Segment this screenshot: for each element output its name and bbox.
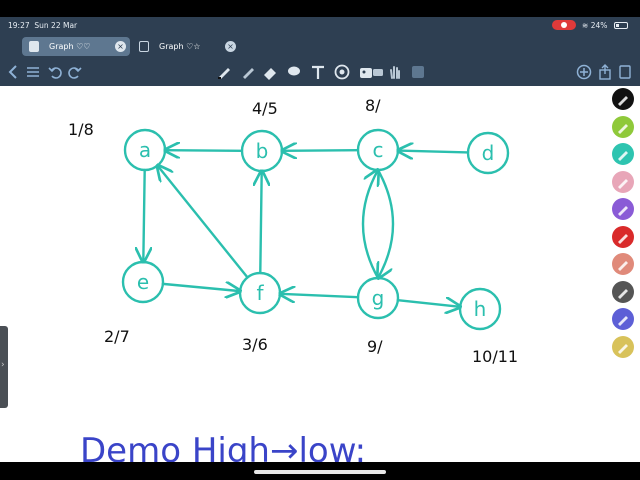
node-label-h: h [474,297,487,321]
home-indicator[interactable] [254,470,386,474]
status-bar: 19:27 Sun 22 Mar ≋ 24% [0,17,640,34]
sidebar-handle[interactable]: › [0,326,8,408]
edge-g-h [396,300,460,307]
node-label-a: a [139,138,151,162]
pen-color-swatch[interactable] [612,170,634,193]
bottom-note: Demo High→low: [80,431,366,462]
share-icon[interactable] [598,64,612,80]
node-label-e: e [137,270,149,294]
edge-c-b [282,150,360,151]
node-label-f: f [256,281,264,305]
annotation-g: 9/ [367,337,383,356]
pen-icon [618,261,628,271]
tab-label: Graph ♡☆ [159,42,201,51]
node-label-c: c [373,138,384,162]
node-label-d: d [482,141,495,165]
annotation-c: 8/ [365,96,381,115]
annotation-h: 10/11 [472,347,518,366]
toolbar [0,58,640,86]
annotation-e: 2/7 [104,327,130,346]
edge-g-c [361,170,378,280]
node-label-b: b [256,139,269,163]
pen-icon [618,96,628,106]
pen-icon [618,206,628,216]
redo-icon[interactable] [68,64,82,80]
screen-recording-icon[interactable] [552,20,576,30]
edge-c-g [378,168,395,278]
more-tool-icon[interactable] [410,64,426,80]
pen-color-swatch[interactable] [612,115,634,138]
nodes-layer: a b c d e f g h [121,128,510,331]
pen-icon [618,151,628,161]
edge-f-b [260,171,261,275]
tab-graph-1[interactable]: Graph ♡♡ × [22,37,130,56]
lasso-tool-icon[interactable] [286,64,302,80]
document-icon [139,41,149,52]
status-time-date: 19:27 Sun 22 Mar [8,21,77,30]
pen-icon [618,178,628,189]
text-tool-icon[interactable] [310,64,326,80]
status-date: Sun 22 Mar [34,21,78,30]
tab-graph-2[interactable]: Graph ♡☆ × [132,37,240,56]
annotation-f: 3/6 [242,335,268,354]
pen-icon [618,316,628,326]
chevron-right-icon: › [1,360,5,370]
node-label-g: g [372,286,385,310]
close-tab-icon[interactable]: × [225,41,236,52]
battery-icon [614,22,628,29]
status-time: 19:27 [8,21,30,30]
camera-tool-icon[interactable] [372,64,384,80]
pen-color-swatch[interactable] [612,225,634,248]
edge-e-f [161,284,240,291]
more-options-icon[interactable] [618,64,632,80]
pen-color-swatch[interactable] [612,88,634,110]
pen-icon [618,288,628,299]
pen-icon [618,343,628,354]
battery-percent: 24% [590,21,608,30]
device-frame: a b c d e f g h 1/8 4/5 8/2/7 3/6 9/10/11 Demo High… [0,0,640,480]
pen-icon [618,233,628,244]
back-icon[interactable] [8,64,18,80]
tab-label: Graph ♡♡ [49,42,91,51]
edges-layer [143,150,470,307]
undo-icon[interactable] [48,64,62,80]
sticker-tool-icon[interactable] [334,64,350,80]
eraser-tool-icon[interactable] [262,64,278,80]
edge-d-c [398,151,470,153]
pen-tool-icon[interactable] [216,64,232,80]
notebook-icon [29,41,39,52]
tab-bar: Graph ♡♡ × Graph ♡☆ × [0,34,640,58]
hand-tool-icon[interactable] [388,64,402,80]
pen-color-swatch[interactable] [612,143,634,165]
edge-b-a [165,150,244,151]
pen-color-swatch[interactable] [612,335,634,358]
annotations-layer: 1/8 4/5 8/2/7 3/6 9/10/11 [68,96,518,366]
pen-color-swatch[interactable] [612,280,634,303]
edge-g-f [280,294,360,297]
annotation-b: 4/5 [252,99,278,118]
add-page-icon[interactable] [576,64,592,80]
pen-color-swatch[interactable] [612,253,634,275]
annotation-a: 1/8 [68,120,94,139]
status-right: ≋ 24% [582,21,607,30]
edge-a-e [143,168,144,262]
wifi-icon: ≋ [582,21,589,30]
pencil-tool-icon[interactable] [240,64,256,80]
list-icon[interactable] [26,64,40,80]
pen-icon [618,123,628,134]
pen-color-swatch[interactable] [612,308,634,330]
edge-f-a [158,166,249,279]
pen-color-swatch[interactable] [612,198,634,220]
close-tab-icon[interactable]: × [115,41,126,52]
pen-palette [610,88,638,363]
